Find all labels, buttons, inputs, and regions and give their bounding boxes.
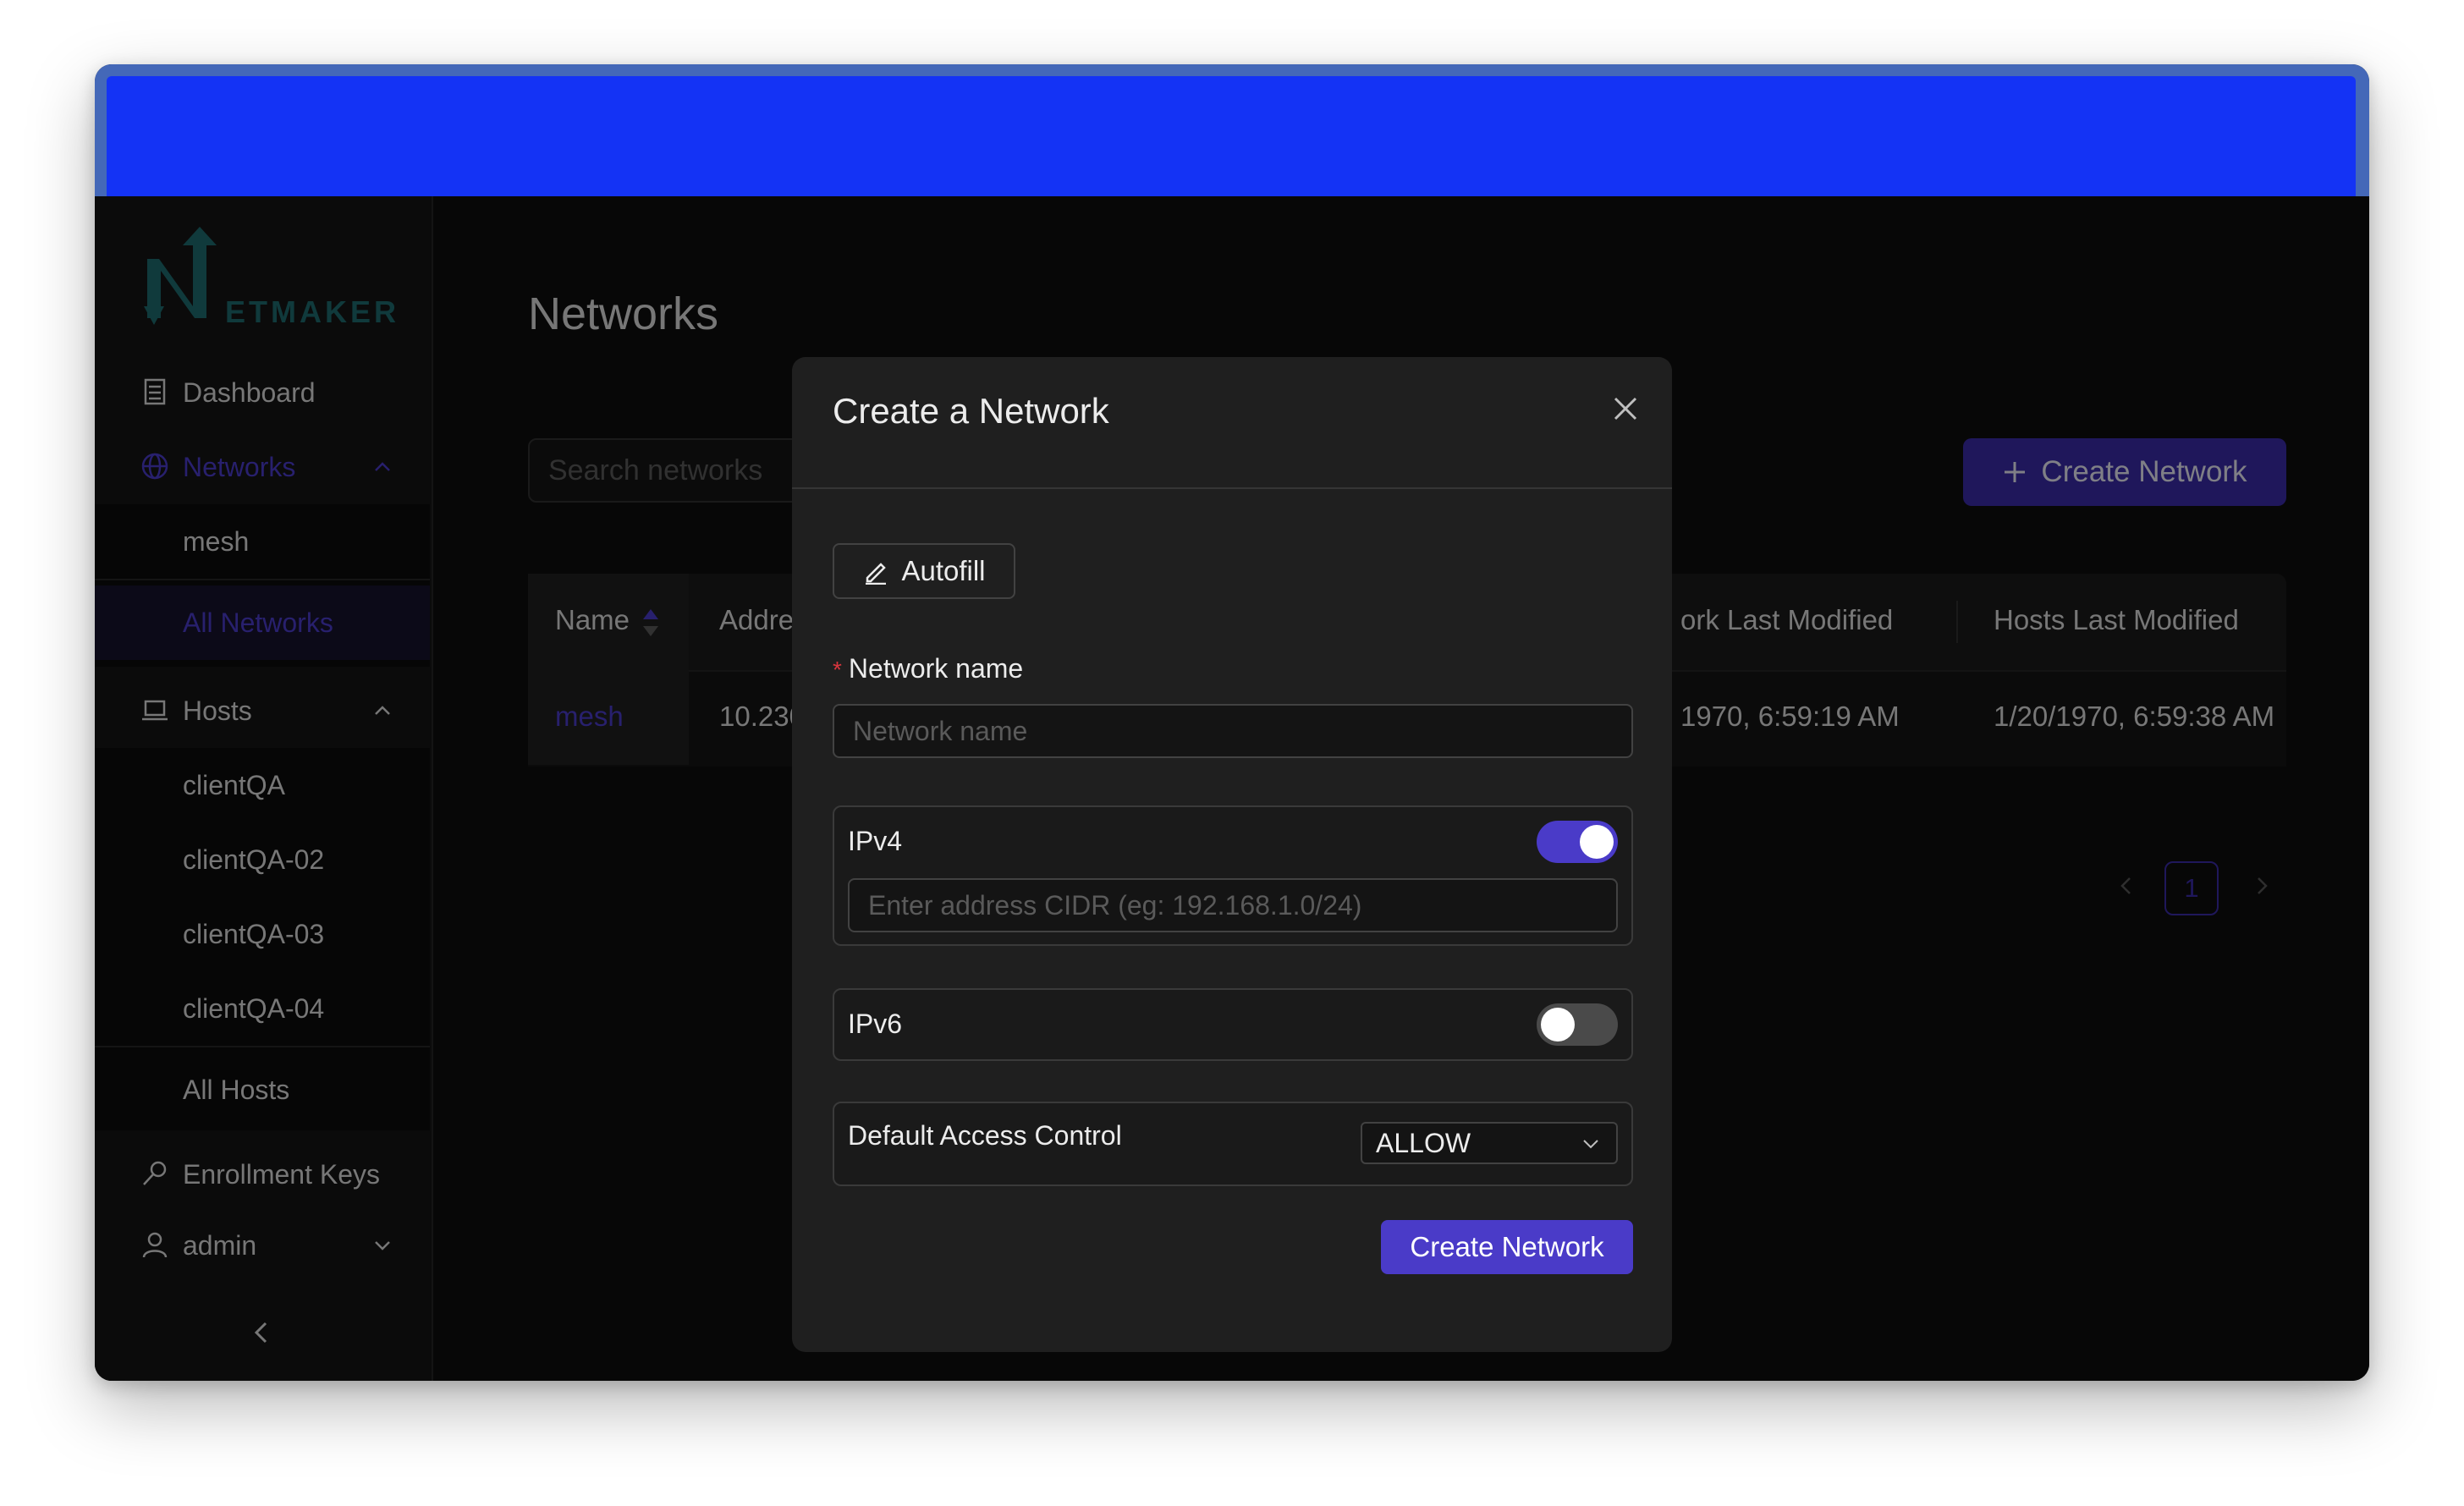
toggle-knob	[1580, 825, 1614, 859]
ipv4-cidr-placeholder: Enter address CIDR (eg: 192.168.1.0/24)	[868, 889, 1362, 921]
ipv6-toggle[interactable]	[1537, 1003, 1618, 1046]
chevron-down-icon	[1583, 1140, 1598, 1149]
create-network-submit-button[interactable]: Create Network	[1381, 1220, 1633, 1274]
network-name-label: * Network name	[833, 653, 1024, 684]
modal-header: Create a Network	[792, 357, 1672, 489]
title-bar	[95, 64, 2369, 196]
autofill-label: Autofill	[901, 555, 986, 586]
create-network-modal: Create a Network Autofill * Network name …	[792, 357, 1672, 1352]
toggle-knob	[1541, 1008, 1575, 1042]
title-bar-fill	[107, 76, 2356, 196]
ipv4-cidr-input[interactable]: Enter address CIDR (eg: 192.168.1.0/24)	[848, 878, 1618, 932]
app-window: ETMAKER Dashboard Networks mesh All Netw…	[95, 64, 2369, 1381]
submit-label: Create Network	[1410, 1231, 1604, 1262]
edit-icon	[866, 563, 887, 585]
ipv6-label: IPv6	[848, 1009, 903, 1039]
close-icon[interactable]	[1611, 394, 1640, 423]
required-mark: *	[833, 657, 842, 683]
ipv6-card: IPv6	[833, 988, 1633, 1061]
autofill-button[interactable]: Autofill	[833, 543, 1015, 599]
access-control-value: ALLOW	[1376, 1127, 1471, 1158]
network-name-input[interactable]: Network name	[833, 704, 1633, 758]
access-control-select[interactable]: ALLOW	[1361, 1122, 1618, 1164]
ipv4-card: IPv4 Enter address CIDR (eg: 192.168.1.0…	[833, 805, 1633, 946]
ipv4-toggle[interactable]	[1537, 821, 1618, 863]
modal-title: Create a Network	[833, 391, 1109, 431]
access-control-label: Default Access Control	[848, 1120, 1122, 1151]
access-control-card: Default Access Control ALLOW	[833, 1102, 1633, 1186]
app-body: ETMAKER Dashboard Networks mesh All Netw…	[95, 196, 2369, 1381]
ipv4-label: IPv4	[848, 826, 903, 856]
network-name-placeholder: Network name	[853, 715, 1028, 746]
